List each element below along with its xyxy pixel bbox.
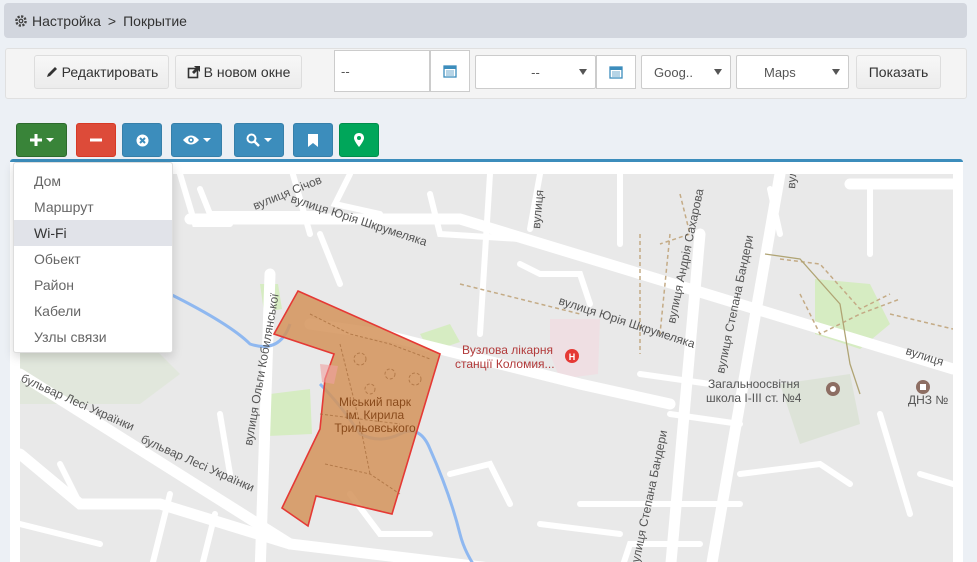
- add-dropdown-button[interactable]: [16, 123, 67, 157]
- park-label-line1: Міський парк: [339, 395, 412, 409]
- chevron-down-icon: [579, 69, 587, 75]
- bookmark-button[interactable]: [293, 123, 333, 157]
- external-link-icon: [187, 66, 200, 79]
- clear-button[interactable]: [122, 123, 162, 157]
- park-label-line3: Трильовського: [334, 421, 416, 435]
- park-label-line2: ім. Кирила: [346, 408, 405, 422]
- menu-item-cables[interactable]: Кабели: [14, 298, 172, 324]
- map-provider-value: Goog..: [654, 64, 694, 80]
- svg-text:H: H: [569, 352, 576, 362]
- search-icon: [246, 133, 260, 147]
- remove-button[interactable]: [76, 123, 116, 157]
- caret-down-icon: [45, 138, 54, 142]
- map-type-value: Maps: [764, 64, 796, 80]
- visibility-dropdown-button[interactable]: [171, 123, 222, 157]
- breadcrumb-root[interactable]: Настройка: [32, 13, 101, 29]
- times-circle-icon: [136, 134, 148, 146]
- bookmark-icon: [308, 133, 318, 147]
- breadcrumb-separator: >: [107, 12, 117, 29]
- edit-button-label: Редактировать: [61, 64, 159, 80]
- street-label: вулиця: [529, 189, 546, 229]
- minus-icon: [90, 138, 102, 142]
- menu-item-route[interactable]: Маршрут: [14, 194, 172, 220]
- show-button[interactable]: Показать: [856, 55, 941, 89]
- toolbar: Редактировать В новом окне -- -- Goog.. …: [5, 48, 967, 99]
- menu-item-wifi[interactable]: Wi-Fi: [14, 220, 172, 246]
- menu-item-house[interactable]: Дом: [14, 168, 172, 194]
- chevron-down-icon: [832, 69, 840, 75]
- calendar-icon: [443, 65, 457, 78]
- add-dropdown-menu: Дом Маршрут Wi-Fi Обьект Район Кабели Уз…: [13, 162, 173, 353]
- search-dropdown-button[interactable]: [234, 123, 284, 157]
- new-window-button[interactable]: В новом окне: [175, 55, 302, 89]
- date-to-calendar-button[interactable]: [596, 55, 636, 89]
- school-label-line2: школа I-III ст. №4: [706, 391, 802, 405]
- plus-icon: [29, 134, 42, 146]
- date-to-select[interactable]: --: [475, 55, 596, 89]
- map-marker-icon: [354, 133, 364, 147]
- show-button-label: Показать: [868, 64, 929, 80]
- menu-item-object[interactable]: Обьект: [14, 246, 172, 272]
- calendar-icon: [609, 66, 623, 79]
- dnz-label: ДНЗ №: [908, 393, 948, 407]
- date-from-value: --: [341, 63, 350, 79]
- breadcrumb: Настройка > Покрытие: [4, 3, 967, 38]
- school-label-line1: Загальноосвітня: [708, 377, 800, 391]
- eye-icon: [182, 135, 199, 145]
- edit-button[interactable]: Редактировать: [34, 55, 169, 89]
- map-type-select[interactable]: Maps: [736, 55, 849, 89]
- breadcrumb-current: Покрытие: [123, 12, 187, 29]
- gear-icon: [14, 14, 28, 28]
- street-label: вулиця: [784, 174, 801, 189]
- map-provider-select[interactable]: Goog..: [641, 55, 731, 89]
- date-to-value: --: [531, 64, 540, 80]
- date-from-input[interactable]: --: [334, 50, 430, 92]
- pencil-icon: [46, 67, 57, 77]
- new-window-button-label: В новом окне: [203, 64, 291, 80]
- menu-item-nodes[interactable]: Узлы связи: [14, 324, 172, 350]
- location-marker-button[interactable]: [339, 123, 379, 157]
- caret-down-icon: [202, 138, 211, 142]
- chevron-down-icon: [714, 69, 722, 75]
- date-from-calendar-button[interactable]: [430, 50, 470, 92]
- menu-item-district[interactable]: Район: [14, 272, 172, 298]
- hospital-label-line1: Вузлова лікарня: [462, 343, 553, 357]
- caret-down-icon: [264, 138, 272, 142]
- hospital-label-line2: станції Коломия...: [455, 357, 555, 371]
